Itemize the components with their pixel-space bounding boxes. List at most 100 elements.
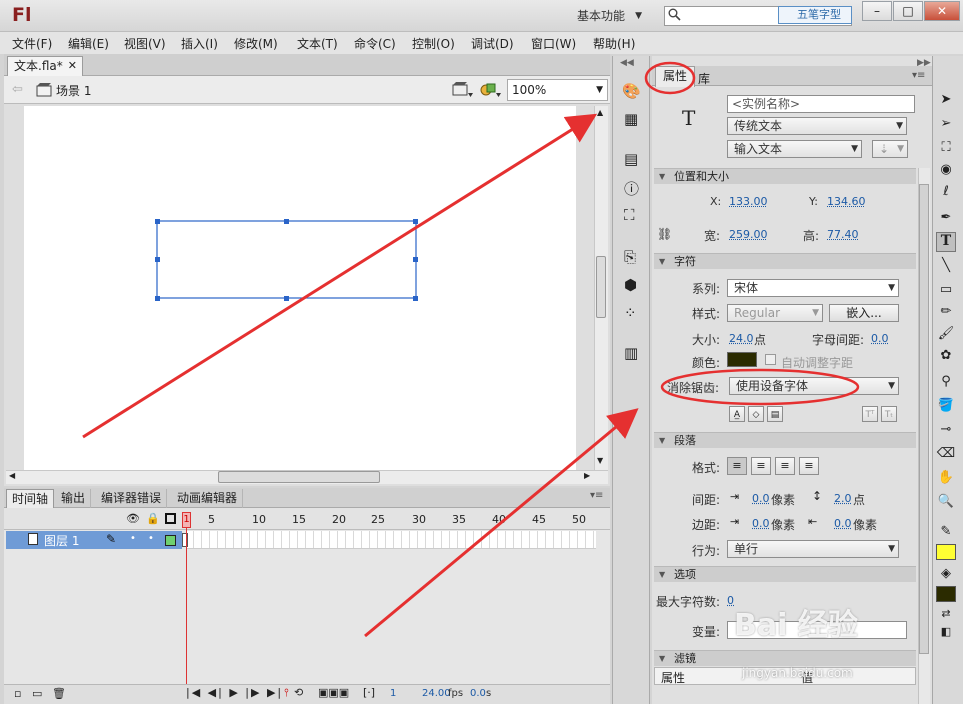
x-value[interactable]: 133.00 — [729, 195, 768, 208]
scroll-right-icon[interactable]: ▶ — [584, 471, 590, 480]
autokern-checkbox[interactable] — [765, 354, 776, 365]
scroll-up-icon[interactable]: ▲ — [597, 108, 603, 117]
subselection-tool-icon[interactable]: ➢ — [936, 114, 956, 134]
onion-skin-icon[interactable]: ⫯ — [284, 686, 289, 700]
close-button[interactable]: ✕ — [924, 1, 960, 21]
tab-output[interactable]: 输出 — [56, 489, 92, 508]
menu-help[interactable]: 帮助(H) — [593, 35, 635, 52]
instance-name-field[interactable]: <实例名称> — [727, 95, 915, 113]
show-border-button[interactable]: ▤ — [767, 406, 783, 422]
lock-dot[interactable]: • — [148, 533, 154, 544]
scrollbar-thumb[interactable] — [596, 256, 606, 318]
rectangle-tool-icon[interactable]: ▭ — [936, 280, 956, 300]
text-type-select[interactable]: 输入文本 ▼ — [727, 140, 862, 158]
menu-modify[interactable]: 修改(M) — [234, 35, 278, 52]
width-value[interactable]: 259.00 — [729, 228, 768, 241]
new-folder-icon[interactable]: ▭ — [32, 687, 42, 700]
layer-color-swatch[interactable] — [165, 535, 176, 546]
lasso-tool-icon[interactable]: ℓ — [936, 182, 956, 202]
tab-timeline[interactable]: 时间轴 — [6, 489, 55, 508]
default-colors-icon[interactable]: ◧ — [936, 622, 956, 642]
tab-compiler-errors[interactable]: 编译器错误 — [96, 489, 168, 508]
bone-tool-icon[interactable]: ⚲ — [936, 372, 956, 392]
collapse-arrows-icon[interactable]: ◀◀ — [620, 58, 634, 68]
fill-color-swatch[interactable] — [936, 544, 956, 560]
line-spacing-value[interactable]: 2.0 — [834, 492, 852, 505]
zoom-tool-icon[interactable]: 🔍 — [936, 492, 956, 512]
scrollbar-thumb[interactable] — [919, 184, 929, 654]
max-chars-value[interactable]: 0 — [727, 594, 734, 607]
swap-colors-icon[interactable]: ⇄ — [936, 604, 956, 624]
maximize-button[interactable]: □ — [893, 1, 923, 21]
pen-tool-icon[interactable]: ✒ — [936, 208, 956, 228]
fill-bucket-icon[interactable]: ◈ — [936, 564, 956, 584]
section-options[interactable]: 选项 — [654, 566, 916, 582]
left-margin-value[interactable]: 0.0 — [752, 517, 770, 530]
text-tool-button[interactable]: T — [936, 232, 956, 252]
visibility-dot[interactable]: • — [130, 533, 136, 544]
frame-ruler[interactable]: 5 10 15 20 25 30 35 40 45 50 — [186, 513, 596, 527]
stroke-color-swatch[interactable] — [936, 586, 956, 602]
motion-presets-icon[interactable]: ⁘ — [624, 304, 637, 322]
panel-menu-icon[interactable]: ▾≡ — [912, 70, 925, 81]
scroll-down-icon[interactable]: ▼ — [597, 456, 603, 465]
menu-file[interactable]: 文件(F) — [12, 35, 52, 52]
text-field-selection[interactable] — [150, 214, 424, 306]
3d-rotation-tool-icon[interactable]: ◉ — [936, 160, 956, 180]
scroll-left-icon[interactable]: ◀ — [9, 471, 15, 480]
brush-tool-icon[interactable]: 🖌 — [936, 324, 956, 344]
scrollbar-thumb[interactable] — [218, 471, 380, 483]
menu-debug[interactable]: 调试(D) — [471, 35, 514, 52]
menu-text[interactable]: 文本(T) — [297, 35, 338, 52]
frames-row[interactable] — [186, 531, 596, 549]
free-transform-tool-icon[interactable]: ⛶ — [936, 138, 956, 158]
height-value[interactable]: 77.40 — [827, 228, 859, 241]
document-tab[interactable]: 文本.fla* ✕ — [7, 56, 83, 76]
align-right-button[interactable]: ≡ — [775, 457, 795, 475]
line-tool-icon[interactable]: ╲ — [936, 256, 956, 276]
menu-edit[interactable]: 编辑(E) — [68, 35, 109, 52]
hand-tool-icon[interactable]: ✋ — [936, 468, 956, 488]
menu-insert[interactable]: 插入(I) — [181, 35, 218, 52]
section-character[interactable]: 字符 — [654, 253, 916, 269]
tab-properties[interactable]: 属性 — [655, 66, 695, 87]
letter-spacing-value[interactable]: 0.0 — [871, 332, 889, 345]
section-filters[interactable]: 滤镜 — [654, 650, 916, 666]
current-frame[interactable]: 1 — [390, 688, 396, 699]
section-position-size[interactable]: 位置和大小 — [654, 168, 916, 184]
edit-symbol-icon[interactable] — [480, 81, 502, 99]
deco-tool-icon[interactable]: ✿ — [936, 346, 956, 366]
font-style-select[interactable]: Regular ▼ — [727, 304, 823, 322]
edit-scene-icon[interactable] — [452, 81, 474, 99]
superscript-button[interactable]: Tᵀ — [862, 406, 878, 422]
close-icon[interactable]: ✕ — [68, 57, 77, 75]
menu-control[interactable]: 控制(O) — [412, 35, 455, 52]
section-paragraph[interactable]: 段落 — [654, 432, 916, 448]
eyedropper-tool-icon[interactable]: ⊸ — [936, 420, 956, 440]
onion-outline-icon[interactable]: ▣▣▣ — [318, 686, 349, 699]
elapsed-time[interactable]: 0.0 — [470, 688, 486, 699]
selectable-text-button[interactable]: A̲ — [729, 406, 745, 422]
edit-markers-icon[interactable]: [·] — [363, 686, 375, 699]
behavior-select[interactable]: 单行 ▼ — [727, 540, 899, 558]
embed-button[interactable]: 嵌入... — [829, 304, 899, 322]
pencil-tool-icon[interactable]: ✏ — [936, 302, 956, 322]
align-icon[interactable]: ▤ — [624, 150, 638, 168]
loop-icon[interactable]: ⟲ — [294, 686, 303, 699]
workspace-switcher[interactable]: 基本功能 ▼ — [568, 6, 646, 26]
link-dimensions-icon[interactable]: ⛓ — [657, 227, 672, 241]
tab-motion-editor[interactable]: 动画编辑器 — [172, 489, 244, 508]
render-html-button[interactable]: ◇ — [748, 406, 764, 422]
back-arrow-icon[interactable]: ⇦ — [12, 82, 23, 97]
playback-controls[interactable]: |◀ ◀| ▶ |▶ ▶| — [186, 686, 283, 699]
trash-icon[interactable]: 🗑 — [52, 687, 66, 700]
menu-window[interactable]: 窗口(W) — [531, 35, 576, 52]
transform-icon[interactable]: ⛶ — [624, 206, 635, 224]
actions-icon[interactable]: ⎘ — [624, 248, 636, 266]
font-family-select[interactable]: 宋体 ▼ — [727, 279, 899, 297]
movie-explorer-icon[interactable]: ▥ — [624, 344, 638, 362]
new-layer-icon[interactable]: ▫ — [14, 687, 21, 700]
text-engine-select[interactable]: 传统文本 ▼ — [727, 117, 907, 135]
components-icon[interactable]: ⬢ — [624, 276, 637, 294]
tab-library[interactable]: 库 — [698, 70, 710, 87]
